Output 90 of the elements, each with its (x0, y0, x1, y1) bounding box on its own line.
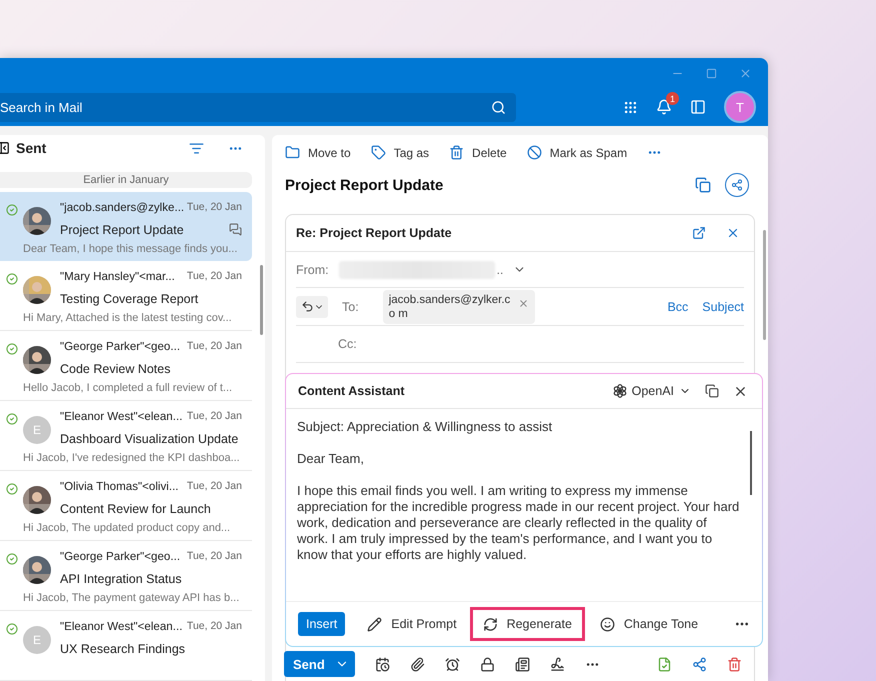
send-button[interactable]: Send (284, 651, 355, 677)
assistant-action-button[interactable]: Edit Prompt (357, 608, 467, 640)
lock-icon[interactable] (480, 656, 495, 672)
message-subject: Code Review Notes (60, 362, 170, 378)
sender-name: "George Parker"<geo... (60, 340, 180, 355)
message-preview: Hi Jacob, The payment gateway API has b... (23, 592, 240, 606)
message-date: Tue, 20 Jan (186, 201, 242, 215)
bcc-link[interactable]: Bcc (667, 300, 688, 314)
smiley-icon (600, 616, 615, 632)
search-icon[interactable] (491, 100, 506, 114)
message-subject: UX Research Findings (60, 642, 186, 658)
popout-icon[interactable] (695, 177, 711, 194)
folder-title: Sent (16, 140, 46, 156)
subject-link[interactable]: Subject (702, 300, 744, 314)
toolbar-button[interactable]: Tag as (370, 145, 430, 160)
message-date: Tue, 20 Jan (186, 550, 242, 564)
generated-text: Dear Team, (297, 451, 365, 467)
message-date: Tue, 20 Jan (186, 270, 242, 284)
side-panel-icon[interactable] (690, 99, 706, 115)
from-value: .. (496, 262, 504, 276)
sender-name: "George Parker"<geo... (60, 550, 180, 565)
recipient-chip[interactable]: jacob.sanders@zylker.co m (382, 290, 535, 324)
collapse-icon[interactable] (0, 141, 10, 156)
copy-icon[interactable] (705, 384, 719, 398)
text-scrollbar[interactable] (750, 431, 752, 495)
file-check-icon[interactable] (657, 656, 672, 672)
compose-title: Re: Project Report Update (296, 226, 452, 240)
paperclip-icon[interactable] (410, 656, 425, 672)
alarm-icon[interactable] (444, 656, 460, 672)
external-link-icon[interactable] (692, 226, 706, 240)
spam-icon (526, 145, 542, 160)
reply-icon (300, 300, 314, 313)
folder-icon (285, 145, 300, 160)
tag-icon (370, 145, 386, 160)
assistant-title: Content Assistant (298, 384, 404, 398)
signature-icon[interactable] (550, 656, 565, 672)
bell-icon[interactable] (656, 99, 672, 115)
filter-icon[interactable] (189, 140, 204, 156)
generated-text: Subject: Appreciation & Willingness to assist (297, 419, 554, 435)
message-preview: Dear Team, I hope this message finds you... (23, 243, 238, 257)
close-icon[interactable] (726, 226, 740, 240)
toolbar-button[interactable]: Mark as Spam (526, 145, 628, 160)
message-date: Tue, 20 Jan (186, 340, 242, 354)
pencil-icon (367, 616, 382, 632)
sender-name: "Eleanor West"<elean... (60, 620, 182, 635)
sender-name: "jacob.sanders@zylke... (60, 201, 184, 216)
message-item[interactable]: "jacob.sanders@zylke... Tue, 20 Jan Project Report Update Dear Team, I hope this message finds you... (0, 192, 252, 261)
message-date: Tue, 20 Jan (186, 620, 242, 634)
share-button[interactable] (725, 173, 749, 198)
message-preview: Hi Jacob, I've redesigned the KPI dashboa... (23, 452, 240, 466)
message-preview: Hello Jacob, I completed a full review of t... (23, 382, 232, 396)
to-label: To: (342, 300, 359, 314)
sender-name: "Mary Hansley"<mar... (60, 270, 175, 285)
remove-icon[interactable] (518, 298, 529, 308)
sender-name: "Olivia Thomas"<olivi... (60, 480, 179, 495)
toolbar-button[interactable]: Delete (449, 145, 507, 160)
openai-logo-icon (612, 384, 627, 398)
message-date: Tue, 20 Jan (186, 480, 242, 494)
mail-title: Project Report Update (285, 176, 444, 194)
sender-name: "Eleanor West"<elean... (60, 410, 182, 425)
message-subject: Project Report Update (60, 223, 184, 239)
notification-badge: 1 (666, 92, 679, 105)
apps-grid-icon[interactable] (623, 100, 638, 114)
share-icon[interactable] (692, 656, 707, 672)
assistant-action-button[interactable]: Regenerate (470, 608, 584, 640)
trash-icon (449, 145, 464, 160)
insert-button[interactable]: Insert (298, 612, 346, 636)
schedule-icon[interactable] (374, 656, 390, 672)
cc-label: Cc: (338, 337, 357, 351)
trash-icon[interactable] (727, 656, 742, 672)
generated-text: I hope this email finds you well. I am writing to express my immense appreciation for the incredible progress made in our recent project. Your hard work, dedication and perseverance are clearly reflected in the quality of work. I am truly impressed by the team's performance, and I want you to know that your efforts are highly valued. (297, 483, 740, 563)
share-icon (731, 179, 743, 192)
refresh-icon (482, 616, 498, 632)
template-icon[interactable] (514, 656, 530, 672)
message-subject: Content Review for Launch (60, 502, 211, 518)
message-subject: API Integration Status (60, 572, 182, 588)
message-subject: Dashboard Visualization Update (60, 432, 238, 448)
search-field[interactable]: Search in Mail (0, 92, 516, 122)
message-subject: Testing Coverage Report (60, 292, 198, 308)
from-label: From: (296, 262, 329, 276)
toolbar-button[interactable]: Move to (285, 145, 351, 160)
message-date: Tue, 20 Jan (186, 410, 242, 424)
reply-button[interactable] (296, 296, 328, 318)
scrollbar[interactable] (260, 265, 263, 335)
provider-dropdown[interactable]: OpenAI (612, 384, 691, 398)
date-group-label: Earlier in January (0, 172, 252, 188)
assistant-action-button[interactable]: Change Tone (590, 608, 708, 640)
scrollbar[interactable] (763, 230, 766, 340)
message-preview: Hi Mary, Attached is the latest testing cov... (23, 312, 232, 326)
message-preview: Hi Jacob, The updated product copy and... (23, 522, 230, 536)
